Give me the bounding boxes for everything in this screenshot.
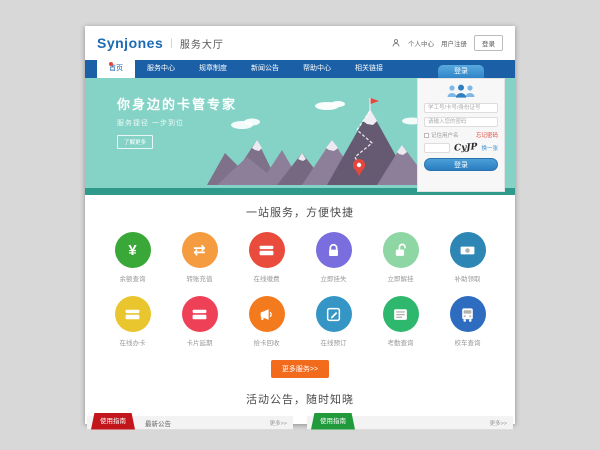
list-icon	[383, 296, 419, 332]
page: Synjones | 服务大厅 个人中心 用户注册 登录 首页 服务中心 规章制…	[85, 26, 515, 424]
service-transfer[interactable]: ⇄ 转账充值	[166, 232, 233, 283]
password-input[interactable]	[424, 117, 498, 127]
card-icon	[115, 296, 151, 332]
announcement-tabs: 使用指南 最新公告 更多>> 使用指南 更多>>	[85, 416, 515, 430]
service-lost-card[interactable]: 拾卡回收	[233, 296, 300, 347]
site-name: 服务大厅	[180, 36, 224, 51]
remember-row: 记住用户名 忘记密码	[424, 131, 498, 139]
site-header: Synjones | 服务大厅 个人中心 用户注册 登录	[85, 26, 515, 60]
banknote-icon	[450, 232, 486, 268]
edit-icon	[316, 296, 352, 332]
nav-item-service-center[interactable]: 服务中心	[135, 60, 187, 78]
logo-wrap: Synjones | 服务大厅	[97, 35, 224, 51]
service-attendance[interactable]: 考勤查询	[367, 296, 434, 347]
synjones-logo: Synjones	[97, 35, 163, 51]
username-input[interactable]	[424, 103, 498, 113]
service-school-bus[interactable]: 校车查询	[434, 296, 501, 347]
personal-center-link[interactable]: 个人中心	[408, 38, 434, 48]
logo-divider: |	[170, 38, 173, 49]
nav-item-news[interactable]: 新闻公告	[239, 60, 291, 78]
latest-announcements-tab[interactable]: 最新公告	[145, 418, 171, 428]
mountain-illustration	[207, 95, 437, 190]
hero-subtitle: 服务捷径 一步到位	[117, 118, 237, 128]
captcha-input[interactable]	[424, 143, 450, 153]
login-form: 记住用户名 忘记密码 CyJP 换一张 登录	[417, 78, 505, 192]
header-login-button[interactable]: 登录	[474, 35, 503, 51]
nav-item-links[interactable]: 相关链接	[343, 60, 395, 78]
service-balance[interactable]: ¥ 余额查询	[99, 232, 166, 283]
usage-guide-tab-red[interactable]: 使用指南	[91, 413, 135, 430]
login-button[interactable]: 登录	[424, 158, 498, 171]
captcha-refresh-link[interactable]: 换一张	[481, 144, 498, 152]
announcements-title: 活动公告，随时知晓	[85, 391, 515, 407]
service-subsidy[interactable]: 补助领取	[434, 232, 501, 283]
service-apply-card[interactable]: 在线办卡	[99, 296, 166, 347]
card-icon	[182, 296, 218, 332]
user-register-link[interactable]: 用户注册	[441, 38, 467, 48]
nav-item-rules[interactable]: 规章制度	[187, 60, 239, 78]
hero-banner: 你身边的卡管专家 服务捷径 一步到位 了解更多	[85, 78, 515, 195]
service-unfreeze[interactable]: 立即解挂	[367, 232, 434, 283]
usage-guide-tab-green[interactable]: 使用指南	[311, 413, 355, 430]
service-online-payment[interactable]: 在线缴费	[233, 232, 300, 283]
services-section: 一站服务，方便快捷 ¥ 余额查询 ⇄ 转账充值 在线缴费 立即挂失	[85, 195, 515, 378]
nav-item-help-center[interactable]: 帮助中心	[291, 60, 343, 78]
yen-icon: ¥	[115, 232, 151, 268]
unlock-icon	[383, 232, 419, 268]
remember-label: 记住用户名	[431, 131, 459, 139]
announcements-section: 活动公告，随时知晓 使用指南 最新公告 更多>> 使用指南 更多>>	[85, 378, 515, 430]
transfer-icon: ⇄	[182, 232, 218, 268]
hero-text: 你身边的卡管专家 服务捷径 一步到位 了解更多	[117, 94, 237, 149]
right-more-link[interactable]: 更多>>	[490, 419, 507, 427]
header-right: 个人中心 用户注册 登录	[391, 35, 503, 51]
services-title: 一站服务，方便快捷	[85, 204, 515, 220]
nav-item-home[interactable]: 首页	[97, 60, 135, 78]
megaphone-icon	[249, 296, 285, 332]
service-report-loss[interactable]: 立即挂失	[300, 232, 367, 283]
logo-red-dot	[109, 62, 113, 66]
remember-checkbox[interactable]	[424, 133, 429, 138]
users-icon	[424, 84, 498, 99]
login-panel: 登录 记住用户名 忘记密码 CyJ	[417, 65, 505, 192]
lock-icon	[316, 232, 352, 268]
hero-more-button[interactable]: 了解更多	[117, 135, 153, 149]
left-more-link[interactable]: 更多>>	[270, 419, 287, 427]
login-tab[interactable]: 登录	[438, 65, 484, 78]
captcha-image: CyJP	[453, 142, 479, 154]
bus-icon	[450, 296, 486, 332]
captcha-row: CyJP 换一张	[424, 143, 498, 153]
service-card-extension[interactable]: 卡片延期	[166, 296, 233, 347]
hero-title: 你身边的卡管专家	[117, 94, 237, 113]
services-grid: ¥ 余额查询 ⇄ 转账充值 在线缴费 立即挂失	[85, 232, 515, 347]
right-tab-box: 使用指南 更多>>	[307, 416, 513, 430]
card-icon	[249, 232, 285, 268]
left-tab-box: 使用指南 最新公告 更多>>	[87, 416, 293, 430]
service-online-booking[interactable]: 在线预订	[300, 296, 367, 347]
forgot-password-link[interactable]: 忘记密码	[476, 131, 498, 139]
person-icon	[391, 38, 401, 48]
more-services-button[interactable]: 更多服务>>	[271, 360, 329, 378]
